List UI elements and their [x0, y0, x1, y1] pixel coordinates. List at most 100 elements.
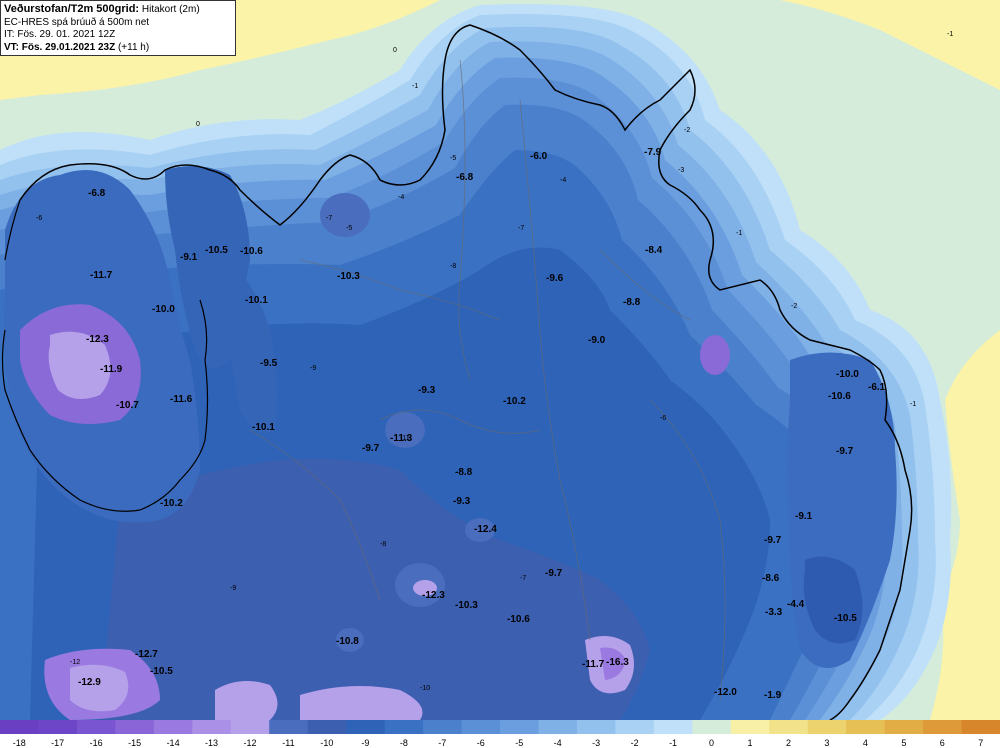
header-line-2: EC-HRES spá brúuð á 500m net	[4, 16, 150, 28]
label-east-10: -10.5	[834, 613, 857, 624]
scale-tick-label: -9	[361, 738, 369, 748]
contour-label: -7	[520, 575, 526, 582]
temperature-map: -6.8 -11.7 -12.3 -11.9 -10.7 -11.6 -10.0…	[0, 0, 1000, 720]
scale-swatch	[461, 720, 501, 734]
scale-swatch	[730, 720, 770, 734]
scale-tick-label: 1	[747, 738, 752, 748]
label-east-1: -10.0	[836, 369, 859, 380]
scale-tick-label: 5	[901, 738, 906, 748]
scale-swatch	[230, 720, 270, 734]
contour-label: -11	[400, 435, 410, 442]
label-east-4: -9.7	[836, 446, 854, 457]
contour-label: -9	[310, 365, 316, 372]
header-valid-time: VT: Fös. 29.01.2021 23Z	[4, 41, 116, 53]
scale-swatch	[884, 720, 924, 734]
scale-tick-label: -5	[515, 738, 523, 748]
label-center-17: -12.3	[422, 590, 445, 601]
scale-tick-label: -3	[592, 738, 600, 748]
scale-tick-label: -14	[167, 738, 180, 748]
contour-label: -9	[230, 585, 236, 592]
scale-swatch	[384, 720, 424, 734]
scale-tick-label: -4	[554, 738, 562, 748]
scale-swatch	[807, 720, 847, 734]
scale-swatch	[615, 720, 655, 734]
scale-tick-label: -11	[282, 738, 294, 748]
label-west-fjords-2: -11.7	[90, 270, 113, 281]
label-center-10: -10.2	[503, 396, 526, 407]
scale-tick-label: 2	[786, 738, 791, 748]
contour-label: -5	[346, 225, 352, 232]
contour-label: -1	[910, 401, 916, 408]
scale-swatch	[692, 720, 732, 734]
scale-ticks: -18 -17 -16 -15 -14 -13 -12 -11 -10 -9 -8 -7 -6 -5 -4-…	[13, 738, 984, 748]
label-center-7: -8.8	[623, 297, 641, 308]
label-center-15: -12.4	[474, 524, 497, 535]
contour-label: -1	[412, 83, 418, 90]
scale-swatch	[38, 720, 78, 734]
label-west-fjords-5: -10.7	[116, 400, 139, 411]
scale-swatch	[115, 720, 155, 734]
label-center-8: -9.0	[588, 335, 606, 346]
scale-swatch	[423, 720, 463, 734]
label-penin-4: -10.1	[245, 295, 268, 306]
label-south-3: -12.9	[78, 677, 101, 688]
scale-swatch	[769, 720, 809, 734]
label-east-9: -3.3	[765, 607, 783, 618]
label-west-fjords-4: -11.9	[100, 364, 123, 375]
scale-swatch	[500, 720, 539, 734]
label-center-4: -10.3	[337, 271, 360, 282]
color-scale: -18 -17 -16 -15 -14 -13 -12 -11 -10 -9 -8 -7 -6 -5 -4-…	[0, 720, 1000, 748]
label-west-fjords-7: -10.0	[152, 304, 175, 315]
label-center-9: -9.3	[418, 385, 436, 396]
contour-label: -7	[518, 225, 524, 232]
label-center-14: -9.3	[453, 496, 471, 507]
scale-swatch	[346, 720, 386, 734]
scale-tick-label: 3	[824, 738, 829, 748]
map-stage: -6.8 -11.7 -12.3 -11.9 -10.7 -11.6 -10.0…	[0, 0, 1000, 748]
label-center-20: -10.8	[336, 636, 359, 647]
contour-label: -7	[326, 215, 332, 222]
label-east-3: -10.6	[828, 391, 851, 402]
label-east-8: -4.4	[787, 599, 805, 610]
scale-swatch	[192, 720, 232, 734]
label-west-fjords-3: -12.3	[86, 334, 109, 345]
label-penin-6: -10.1	[252, 422, 275, 433]
scale-tick-label: -6	[477, 738, 485, 748]
contour-label: -4	[560, 177, 566, 184]
scale-tick-label: -17	[51, 738, 64, 748]
label-center-12: -9.7	[362, 443, 380, 454]
label-center-19: -10.6	[507, 614, 530, 625]
label-center-6: -8.4	[645, 245, 663, 256]
label-penin-5: -9.5	[260, 358, 278, 369]
scale-segments	[0, 720, 1000, 734]
label-penin-3: -10.6	[240, 246, 263, 257]
scale-swatch	[923, 720, 963, 734]
scale-swatch	[76, 720, 116, 734]
label-south-7: -1.9	[764, 690, 782, 701]
label-center-3: -7.9	[644, 147, 662, 158]
label-center-1: -6.8	[456, 172, 474, 183]
scale-tick-label: 0	[709, 738, 714, 748]
scale-tick-label: 4	[863, 738, 868, 748]
scale-tick-label: 6	[940, 738, 945, 748]
contour-label: -12	[70, 659, 80, 666]
glacier-south-1	[215, 681, 278, 720]
contour-label: -8	[380, 541, 386, 548]
label-south-6: -12.0	[714, 687, 737, 698]
scale-tick-label: -1	[669, 738, 677, 748]
cold-spot-5	[700, 335, 730, 375]
scale-tick-label: -8	[400, 738, 408, 748]
scale-tick-label: -12	[243, 738, 256, 748]
contour-label: -6	[36, 215, 42, 222]
contour-label: -5	[450, 155, 456, 162]
contour-label: -10	[420, 685, 430, 692]
scale-tick-label: -10	[320, 738, 333, 748]
header-line-3: IT: Fös. 29. 01. 2021 12Z	[4, 29, 116, 40]
label-penin-2: -10.5	[205, 245, 228, 256]
header-subtitle: Hitakort (2m)	[141, 4, 200, 15]
scale-swatch	[653, 720, 693, 734]
contour-label: -4	[398, 194, 404, 201]
contour-label: 0	[196, 121, 200, 128]
scale-swatch	[269, 720, 309, 734]
glacier-south-west-core	[70, 664, 129, 712]
